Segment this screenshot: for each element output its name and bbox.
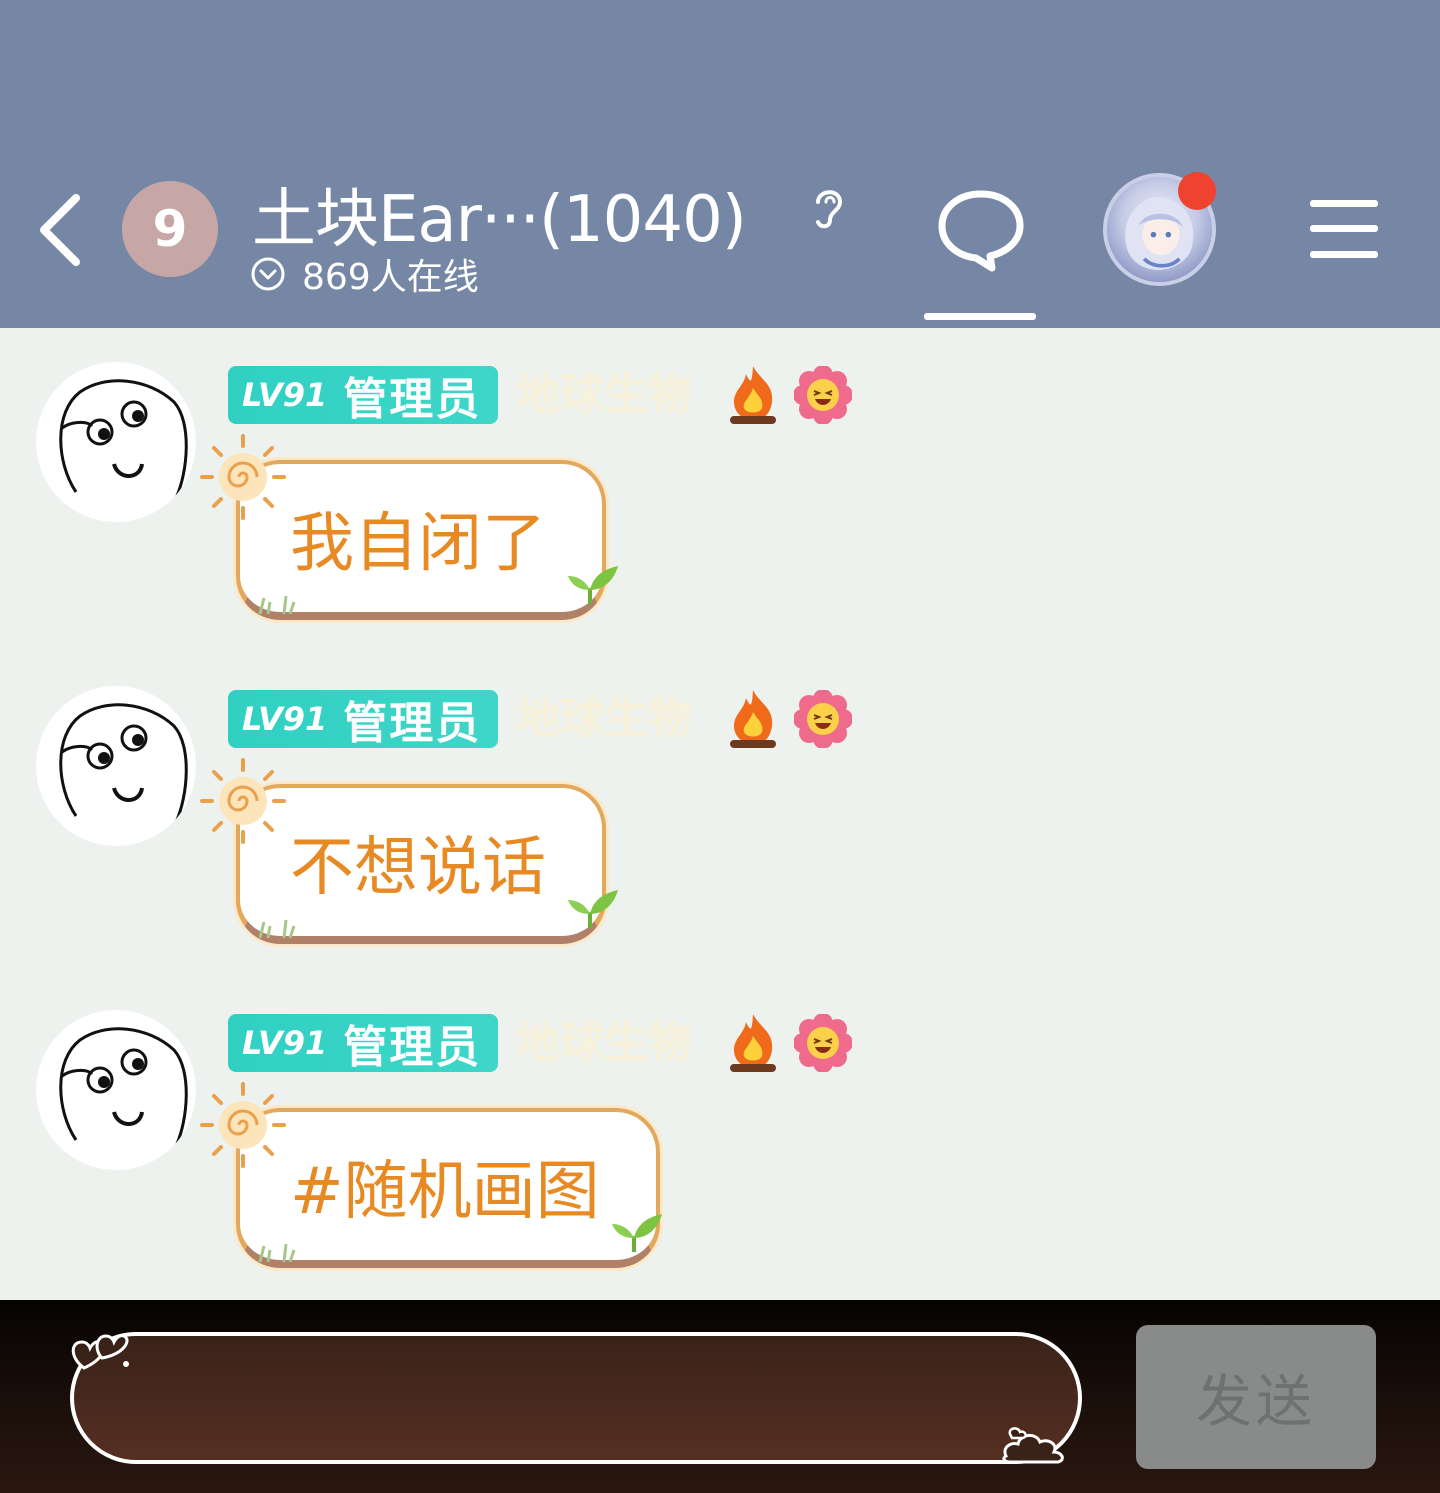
leaf-icon: [568, 890, 618, 928]
fire-icon: [730, 1014, 776, 1072]
heart-icon: [71, 1334, 129, 1370]
message-item: LV91 管理员 地球生物 我自闭了: [0, 362, 1000, 662]
role-label: 管理员: [343, 374, 482, 425]
avatar[interactable]: [36, 362, 196, 522]
role-label: 管理员: [343, 698, 482, 749]
notification-dot: [1178, 172, 1216, 210]
cloud-icon: [1002, 1427, 1064, 1464]
chat-bubble-icon[interactable]: [934, 186, 1028, 276]
fire-icon: [730, 690, 776, 748]
group-level-badge: 9: [122, 181, 218, 277]
sun-icon: [200, 434, 286, 520]
message-item: LV91 管理员 地球生物 #随机画图: [0, 1010, 1000, 1310]
avatar[interactable]: [36, 1010, 196, 1170]
honor-title: 地球生物: [516, 1017, 692, 1068]
level-label: LV91: [242, 1024, 328, 1062]
back-icon[interactable]: [30, 190, 100, 270]
top-bar: 9 土块Ear···(1040) 869人在线: [0, 0, 1440, 328]
grass-icon: [258, 595, 296, 614]
avatar[interactable]: [36, 686, 196, 846]
sun-icon: [200, 1082, 286, 1168]
honor-title: 地球生物: [516, 693, 692, 744]
grass-icon: [258, 1243, 296, 1262]
level-label: LV91: [242, 376, 328, 414]
flower-emoji-icon: [794, 366, 852, 424]
sun-icon: [200, 758, 286, 844]
role-label: 管理员: [343, 1022, 482, 1073]
grass-icon: [258, 919, 296, 938]
send-button[interactable]: 发送: [1136, 1325, 1376, 1469]
message-text: 我自闭了: [290, 507, 546, 581]
online-count-label: 869人在线: [302, 257, 479, 298]
group-title[interactable]: 土块Ear···(1040): [252, 168, 747, 260]
online-count[interactable]: 869人在线: [250, 250, 479, 298]
level-tag: LV91 管理员: [228, 366, 498, 425]
active-tab-indicator: [924, 313, 1036, 320]
ear-icon[interactable]: [808, 184, 848, 232]
menu-icon[interactable]: [1306, 196, 1382, 262]
flower-emoji-icon: [794, 1014, 852, 1072]
flower-emoji-icon: [794, 690, 852, 748]
message-text: 不想说话: [290, 831, 546, 905]
message-item: LV91 管理员 地球生物 不想说话: [0, 686, 1000, 986]
message-text: #随机画图: [290, 1155, 600, 1229]
leaf-icon: [568, 566, 618, 604]
message-input[interactable]: [70, 1332, 1082, 1464]
level-tag: LV91 管理员: [228, 1014, 498, 1073]
honor-title: 地球生物: [516, 369, 692, 420]
chevron-down-icon: [251, 257, 285, 291]
level-tag: LV91 管理员: [228, 690, 498, 749]
fire-icon: [730, 366, 776, 424]
level-label: LV91: [242, 700, 328, 738]
leaf-icon: [612, 1214, 662, 1252]
message-input-field[interactable]: [114, 1366, 1014, 1436]
message-bubble[interactable]: #随机画图: [236, 1108, 660, 1268]
